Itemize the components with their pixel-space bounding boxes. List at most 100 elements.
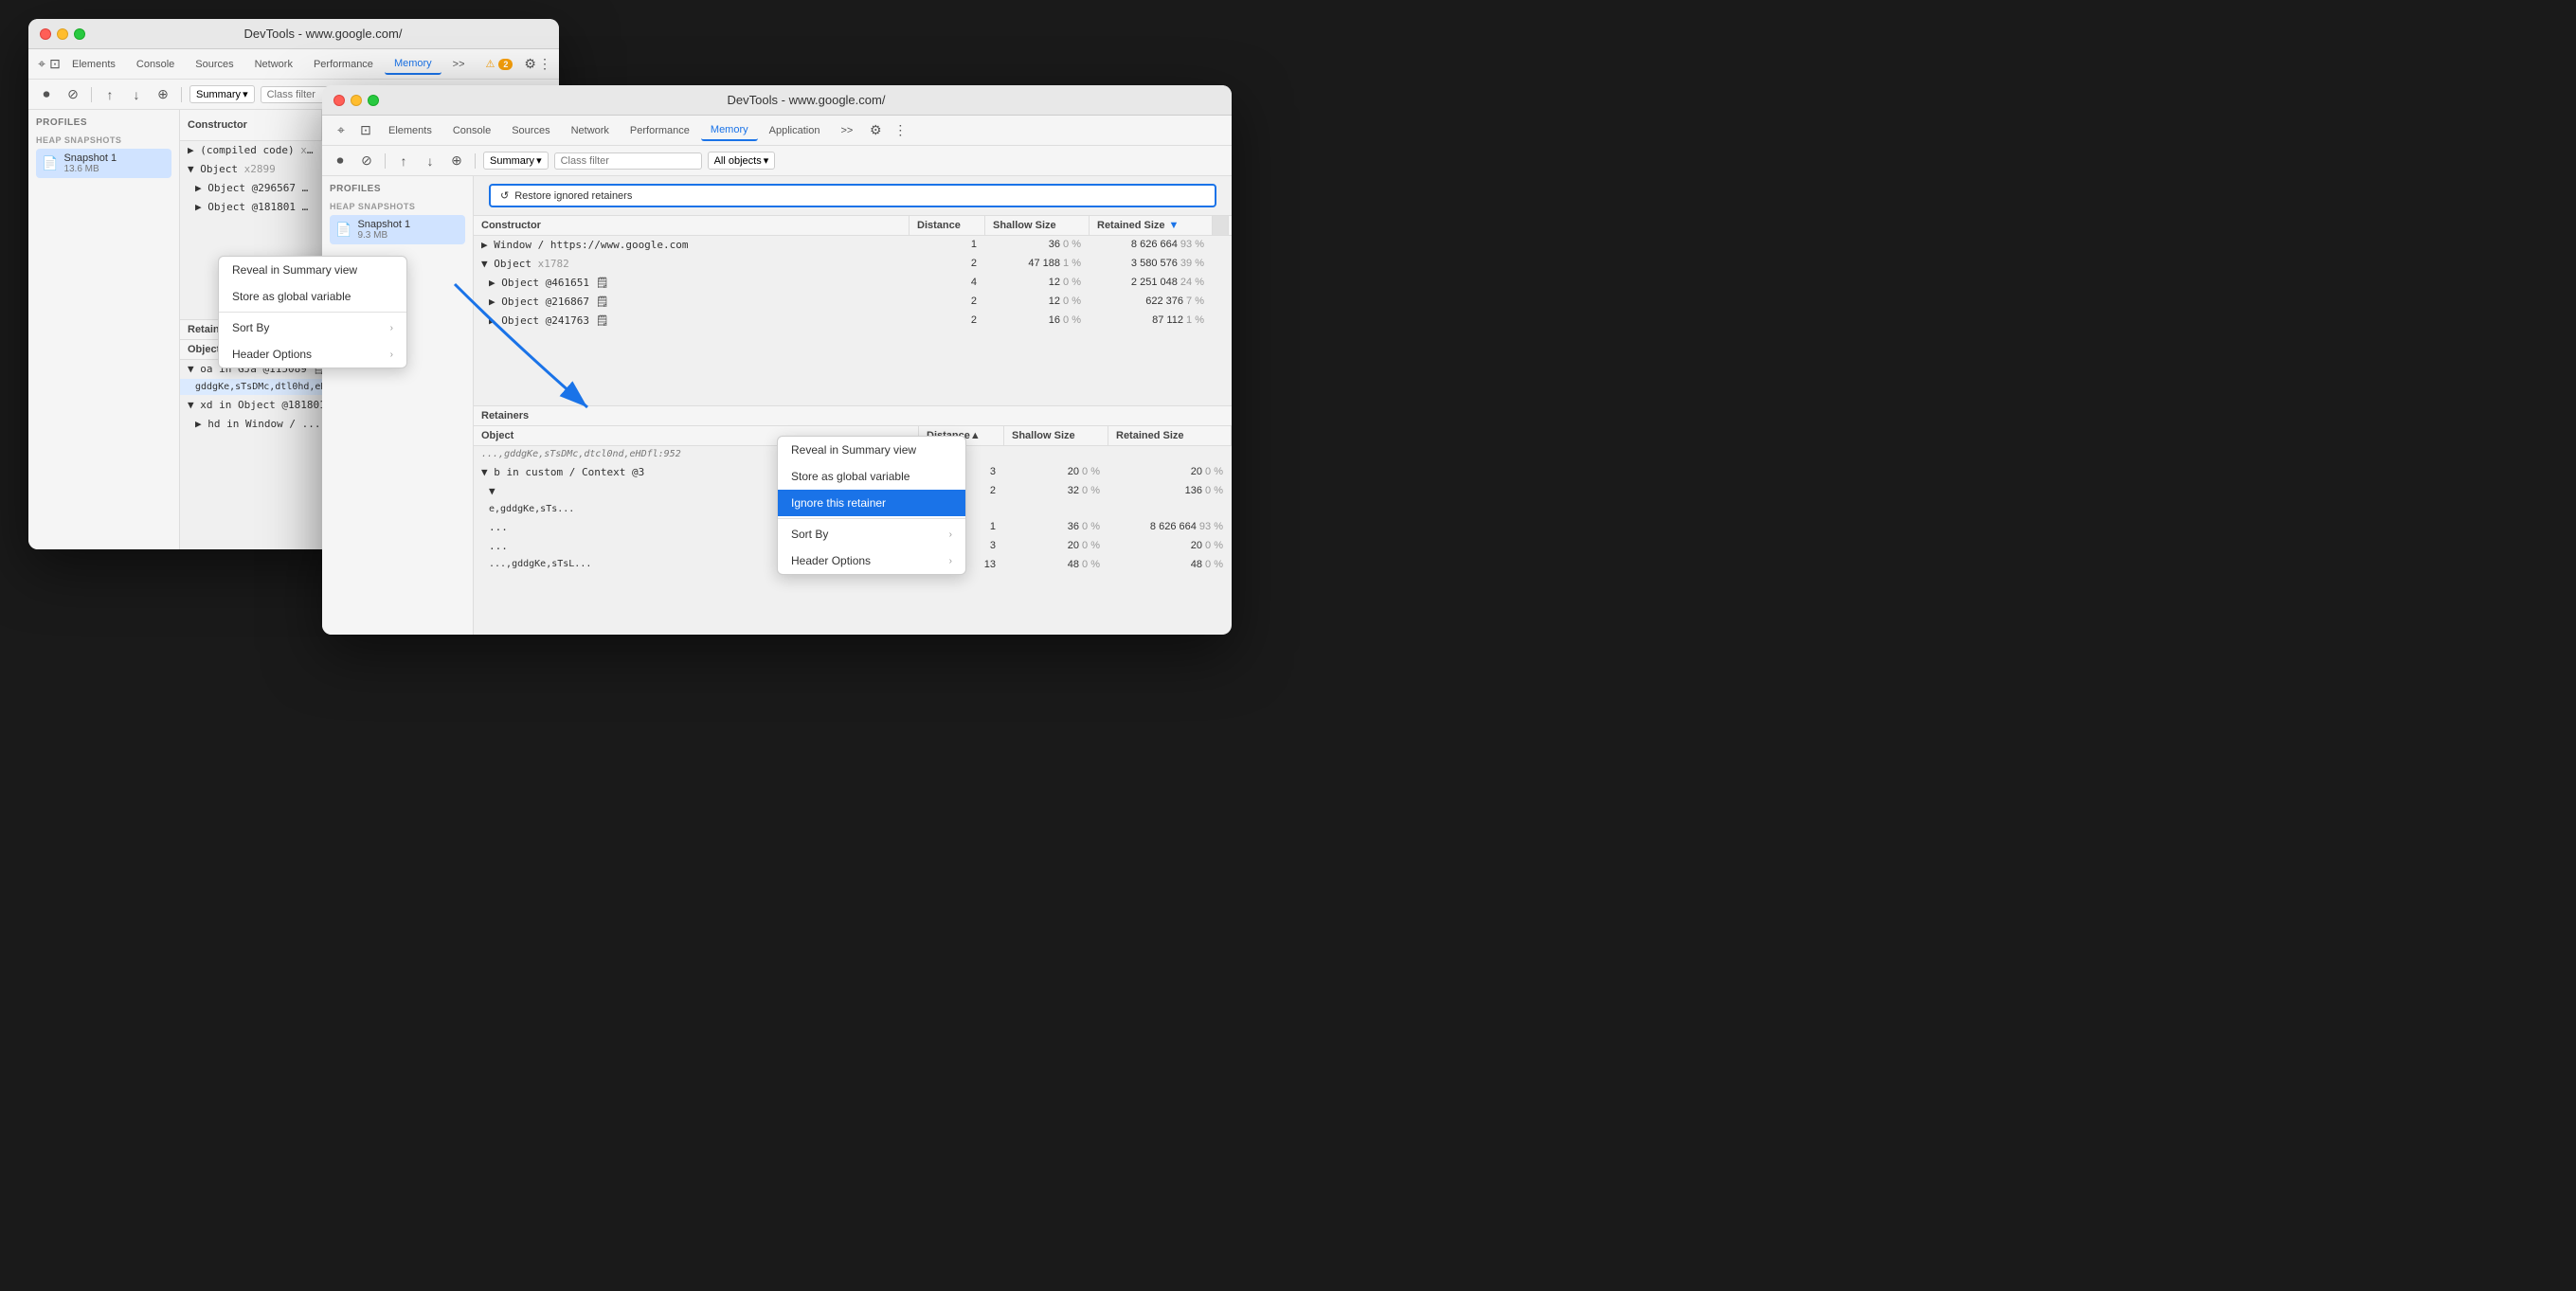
tab-performance-2[interactable]: Performance	[621, 121, 699, 140]
traffic-lights-1	[40, 28, 85, 40]
table-row[interactable]: ▶ Object @241763 🗒 2 16 0 % 87 112 1 %	[474, 312, 1232, 331]
col-retained-r2[interactable]: Retained Size	[1108, 426, 1232, 445]
download-btn-2[interactable]: ↓	[420, 151, 441, 171]
maximize-button-2[interactable]	[368, 95, 379, 106]
snapshot-item-1[interactable]: 📄 Snapshot 1 13.6 MB	[36, 149, 171, 178]
tab-application-2[interactable]: Application	[760, 121, 830, 140]
collect-btn-1[interactable]: ⊕	[153, 84, 173, 105]
col-shallow-r2[interactable]: Shallow Size	[1004, 426, 1108, 445]
tab-bar-1: ⌖ ⊡ Elements Console Sources Network Per…	[28, 49, 559, 80]
menu-headeropts-2[interactable]: Header Options ›	[778, 547, 965, 574]
clear-btn-2[interactable]: ⊘	[356, 151, 377, 171]
upload-btn-1[interactable]: ↑	[99, 84, 120, 105]
record-btn-2[interactable]: ⏺	[330, 151, 351, 171]
tab-more-1[interactable]: >>	[443, 55, 475, 74]
tab-more-2[interactable]: >>	[831, 121, 862, 140]
col-constructor-2[interactable]: Constructor	[474, 216, 910, 235]
download-btn-1[interactable]: ↓	[126, 84, 147, 105]
close-button-2[interactable]	[333, 95, 345, 106]
context-menu-2: Reveal in Summary view Store as global v…	[777, 436, 966, 575]
minimize-button-2[interactable]	[351, 95, 362, 106]
chevron-right-icon: ›	[390, 323, 393, 333]
close-button[interactable]	[40, 28, 51, 40]
tab-network-2[interactable]: Network	[562, 121, 619, 140]
minimize-button[interactable]	[57, 28, 68, 40]
retainer-banner-2: Retainers	[474, 405, 1232, 426]
record-btn-1[interactable]: ⏺	[36, 84, 57, 105]
snapshot-size-1: 13.6 MB	[63, 164, 117, 174]
separator-ctx1	[219, 312, 406, 313]
table-row[interactable]: ▼ Object x1782 2 47 188 1 % 3 580 576 39…	[474, 255, 1232, 274]
cursor-icon[interactable]: ⌖	[36, 53, 47, 76]
table-row[interactable]: ▶ Object @461651 🗒 4 12 0 % 2 251 048 24…	[474, 274, 1232, 293]
titlebar-1: DevTools - www.google.com/	[28, 19, 559, 49]
col-shallow-2[interactable]: Shallow Size	[985, 216, 1090, 235]
tab-performance-1[interactable]: Performance	[304, 55, 383, 74]
collect-btn-2[interactable]: ⊕	[446, 151, 467, 171]
menu-store-2[interactable]: Store as global variable	[778, 463, 965, 490]
tab-network-1[interactable]: Network	[245, 55, 302, 74]
menu-sortby-1[interactable]: Sort By ›	[219, 314, 406, 341]
menu-ignore-retainer[interactable]: Ignore this retainer	[778, 490, 965, 516]
screenshot-icon[interactable]: ⊡	[49, 53, 61, 76]
tab-sources-1[interactable]: Sources	[186, 55, 243, 74]
sidebar-2: Profiles HEAP SNAPSHOTS 📄 Snapshot 1 9.3…	[322, 176, 474, 635]
devtools-window-2: DevTools - www.google.com/ ⌖ ⊡ Elements …	[322, 85, 1232, 635]
menu-sortby-2[interactable]: Sort By ›	[778, 521, 965, 547]
tab-elements-1[interactable]: Elements	[63, 55, 125, 74]
toolbar-2: ⏺ ⊘ ↑ ↓ ⊕ Summary ▾ All objects ▾	[322, 146, 1232, 176]
table-row[interactable]: ▶ Window / https://www.google.com 1 36 0…	[474, 236, 1232, 255]
view-select-1[interactable]: Summary ▾	[189, 85, 255, 103]
constructor-header-2: Constructor Distance Shallow Size Retain…	[474, 216, 1232, 236]
col-constructor-1[interactable]: Constructor	[180, 110, 322, 140]
profiles-label-1: Profiles	[36, 117, 171, 128]
menu-store-1[interactable]: Store as global variable	[219, 283, 406, 310]
tab-elements-2[interactable]: Elements	[379, 121, 441, 140]
col-retained-2[interactable]: Retained Size ▼	[1090, 216, 1213, 235]
snapshot-name-1: Snapshot 1	[63, 152, 117, 164]
settings-icon-2[interactable]: ⚙	[864, 119, 887, 142]
traffic-lights-2	[333, 95, 379, 106]
table-row[interactable]: ▶ Object @216867 🗒 2 12 0 % 622 376 7 %	[474, 293, 1232, 312]
cursor-icon-2[interactable]: ⌖	[330, 119, 352, 142]
constructor-table-2: Constructor Distance Shallow Size Retain…	[474, 216, 1232, 405]
snapshot-icon-2: 📄	[335, 222, 351, 238]
tab-console-1[interactable]: Console	[127, 55, 184, 74]
separator-ctx2	[778, 518, 965, 519]
tab-console-2[interactable]: Console	[443, 121, 500, 140]
tab-memory-2[interactable]: Memory	[701, 120, 758, 141]
dropdown-icon-1: ▾	[243, 88, 248, 100]
clear-btn-1[interactable]: ⊘	[63, 84, 83, 105]
sidebar-1: Profiles HEAP SNAPSHOTS 📄 Snapshot 1 13.…	[28, 110, 180, 549]
menu-headeropts-1[interactable]: Header Options ›	[219, 341, 406, 368]
warning-badge-1: ⚠2	[477, 54, 523, 74]
titlebar-2: DevTools - www.google.com/	[322, 85, 1232, 116]
profiles-label-2: Profiles	[330, 184, 465, 194]
objects-select-2[interactable]: All objects ▾	[708, 152, 776, 170]
dropdown-icon-3: ▾	[536, 154, 542, 167]
snapshot-item-2[interactable]: 📄 Snapshot 1 9.3 MB	[330, 215, 465, 244]
settings-icon-1[interactable]: ⚙	[524, 53, 536, 76]
maximize-button[interactable]	[74, 28, 85, 40]
more-icon-1[interactable]: ⋮	[538, 53, 551, 76]
screenshot-icon-2[interactable]: ⊡	[354, 119, 377, 142]
window-title-2: DevTools - www.google.com/	[392, 93, 1220, 107]
tab-memory-1[interactable]: Memory	[385, 54, 441, 75]
context-menu-1: Reveal in Summary view Store as global v…	[218, 256, 407, 368]
more-icon-2[interactable]: ⋮	[889, 119, 911, 142]
dropdown-icon-4: ▾	[764, 154, 769, 167]
tab-sources-2[interactable]: Sources	[502, 121, 559, 140]
upload-btn-2[interactable]: ↑	[393, 151, 414, 171]
window-title-1: DevTools - www.google.com/	[99, 27, 548, 41]
tab-bar-2: ⌖ ⊡ Elements Console Sources Network Per…	[322, 116, 1232, 146]
view-select-2[interactable]: Summary ▾	[483, 152, 549, 170]
restore-bar: ↺ Restore ignored retainers	[474, 176, 1232, 216]
restore-button[interactable]: ↺ Restore ignored retainers	[489, 184, 1216, 207]
class-filter-2[interactable]	[554, 152, 702, 170]
snapshot-size-2: 9.3 MB	[357, 230, 410, 241]
menu-reveal-2[interactable]: Reveal in Summary view	[778, 437, 965, 463]
menu-reveal-1[interactable]: Reveal in Summary view	[219, 257, 406, 283]
heap-label-2: HEAP SNAPSHOTS	[330, 202, 465, 211]
col-distance-2[interactable]: Distance	[910, 216, 985, 235]
chevron-right-icon: ›	[390, 350, 393, 360]
